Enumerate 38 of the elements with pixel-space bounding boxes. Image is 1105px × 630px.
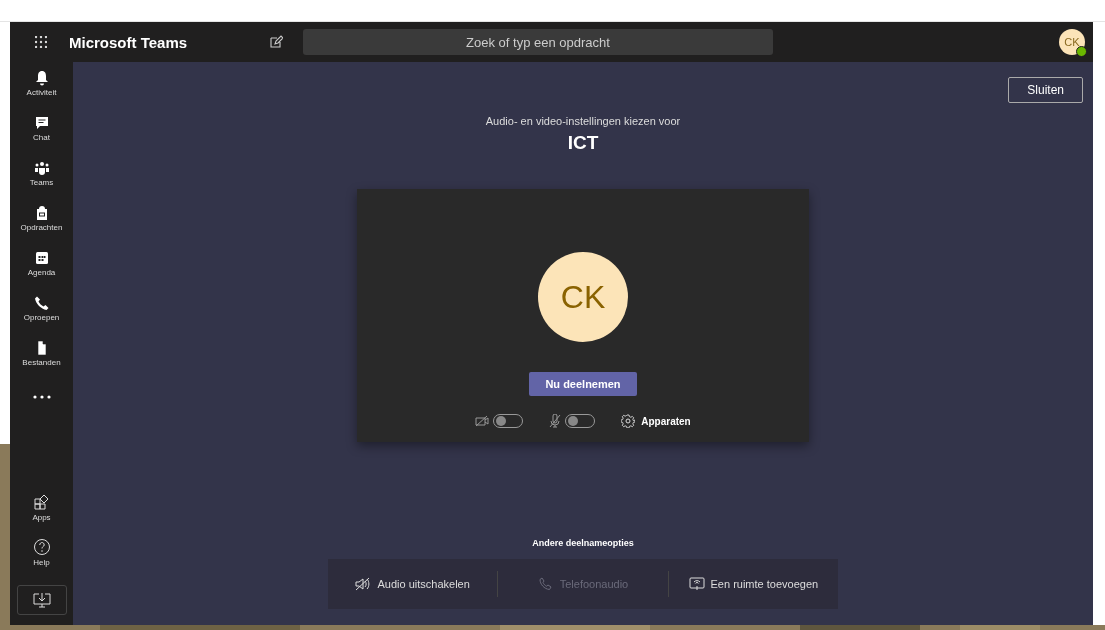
speaker-off-icon — [355, 577, 372, 591]
help-icon — [32, 538, 51, 556]
section-title: Andere deelnameopties — [532, 538, 634, 548]
app-bar-item[interactable]: Opdrachten — [10, 205, 73, 250]
settings-icon — [621, 414, 636, 428]
camera-off-icon — [475, 415, 490, 427]
user-avatar[interactable]: CK — [1059, 29, 1085, 55]
more-icon[interactable] — [32, 395, 51, 399]
app-bar-item[interactable]: Apps — [10, 493, 73, 538]
user-avatar: CK — [538, 252, 628, 342]
calendar-icon — [33, 250, 50, 266]
app-bar-item[interactable]: Teams — [10, 160, 73, 205]
microphone-off-icon — [549, 414, 562, 428]
app-launcher-icon[interactable] — [35, 36, 47, 48]
devices-button[interactable]: Apparaten — [621, 414, 691, 428]
phone-icon — [33, 295, 50, 311]
prejoin-heading: Audio- en video-instellingen kiezen voor — [485, 115, 681, 127]
download-button[interactable] — [16, 585, 67, 615]
app-bar-item[interactable]: Activiteit — [10, 70, 73, 115]
meeting-title: ICT — [567, 132, 599, 154]
option-button[interactable]: Audio uitschakelen — [328, 576, 498, 592]
compose-icon[interactable] — [269, 35, 283, 49]
phone-icon — [537, 577, 554, 591]
join-button[interactable]: Nu deelnemen — [529, 372, 637, 396]
app-bar-item[interactable]: Help — [10, 538, 73, 583]
option-button[interactable]: Een ruimte toevoegen — [668, 576, 838, 592]
search-field[interactable]: Zoek of typ een opdracht — [303, 29, 773, 55]
chat-icon — [33, 115, 50, 131]
close-button[interactable]: Sluiten — [1008, 77, 1083, 103]
app-bar-item[interactable]: Agenda — [10, 250, 73, 295]
app-bar-item[interactable]: Chat — [10, 115, 73, 160]
apps-icon — [32, 493, 51, 511]
app-title: Microsoft Teams — [69, 33, 189, 51]
people-icon — [33, 160, 50, 176]
app-bar-item[interactable]: Oproepen — [10, 295, 73, 340]
screen-icon — [688, 577, 705, 591]
download-icon — [32, 592, 51, 608]
app-bar-item[interactable]: Bestanden — [10, 340, 73, 385]
